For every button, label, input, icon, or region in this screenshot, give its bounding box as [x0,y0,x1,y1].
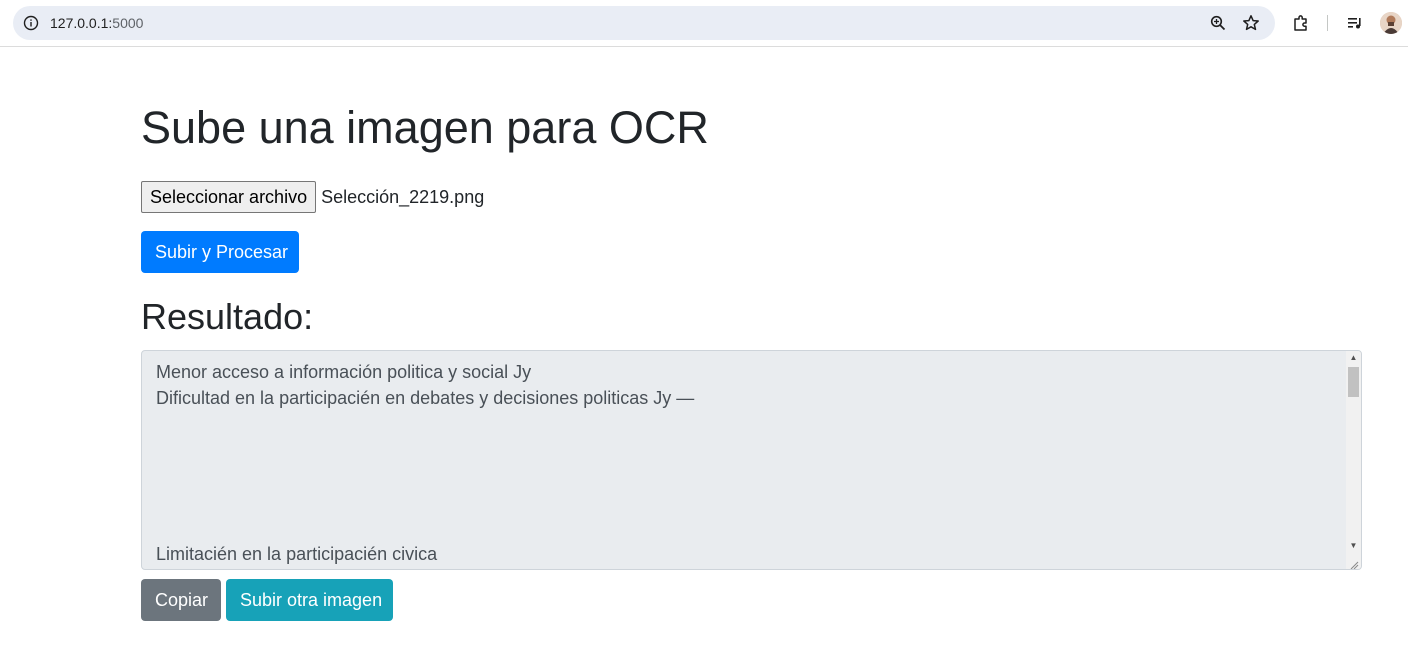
extensions-icon[interactable] [1290,12,1312,34]
info-icon[interactable] [22,14,40,32]
url-host: 127.0.0.1: [50,15,113,31]
resize-grip-icon[interactable] [1349,557,1359,569]
star-icon[interactable] [1241,13,1261,33]
avatar[interactable] [1380,12,1402,34]
choose-file-button[interactable]: Seleccionar archivo [141,181,317,213]
result-textarea[interactable]: Menor acceso a información politica y so… [141,350,1362,570]
copy-button[interactable]: Copiar [141,579,221,621]
selected-file-name: Selección_2219.png [321,186,485,207]
scrollbar[interactable]: ▲ ▼ [1346,351,1361,569]
scroll-thumb[interactable] [1348,367,1359,397]
address-bar[interactable]: 127.0.0.1:5000 [13,6,1275,40]
result-heading: Resultado: [141,296,314,337]
toolbar-separator [1327,15,1328,31]
file-input[interactable]: Seleccionar archivo Selección_2219.png [141,181,484,213]
result-text: Menor acceso a información politica y so… [156,362,695,564]
scroll-up-icon[interactable]: ▲ [1346,351,1361,365]
url-text[interactable]: 127.0.0.1:5000 [50,6,143,40]
url-port: 5000 [112,15,144,31]
upload-process-button[interactable]: Subir y Procesar [141,231,299,273]
zoom-icon[interactable] [1208,13,1228,33]
media-control-icon[interactable] [1344,12,1366,34]
page-title: Sube una imagen para OCR [141,102,709,153]
upload-another-button[interactable]: Subir otra imagen [226,579,393,621]
scroll-down-icon[interactable]: ▼ [1346,539,1361,553]
browser-toolbar: 127.0.0.1:5000 [0,0,1408,47]
